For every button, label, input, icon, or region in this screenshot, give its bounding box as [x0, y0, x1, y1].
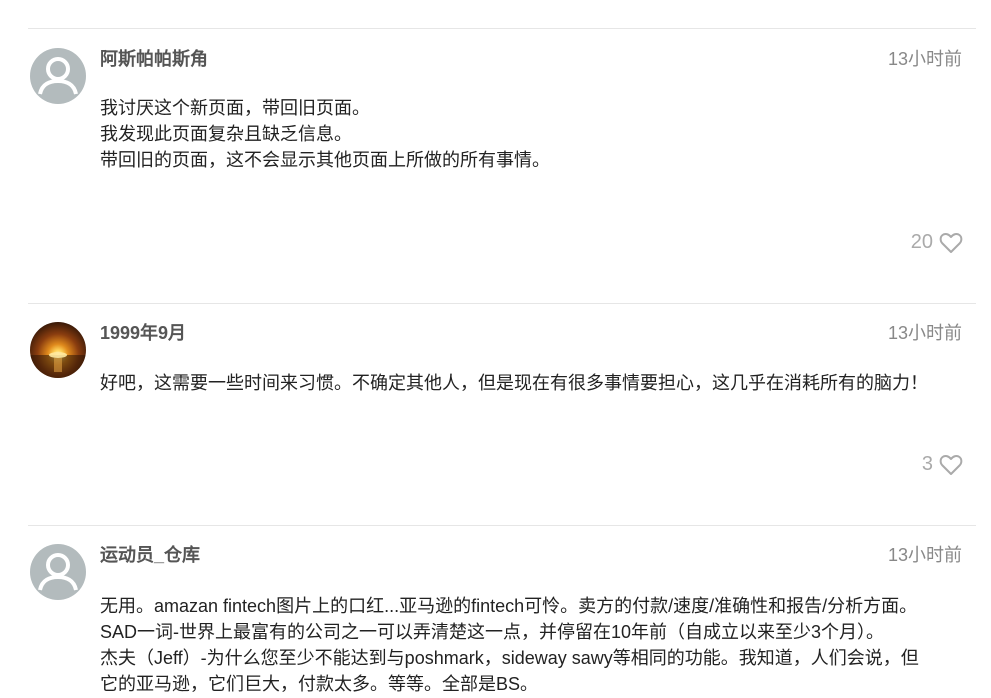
sunset-photo: [30, 352, 86, 378]
comment-timestamp: 13小时前: [887, 545, 962, 565]
divider: [28, 28, 976, 29]
like-count: 20: [910, 231, 933, 253]
avatar[interactable]: [30, 322, 86, 378]
like-count: 3: [921, 453, 933, 475]
comment-author[interactable]: 运动员_仓库: [100, 544, 200, 566]
divider: [28, 525, 976, 526]
comment-timestamp: 13小时前: [887, 49, 962, 69]
comment-body: 好吧，这需要一些时间来习惯。不确定其他人，但是现在有很多事情要担心，这几乎在消耗…: [100, 370, 970, 396]
comment-line: 杰夫（Jeff）-为什么您至少不能达到与poshmark，sideway saw…: [100, 648, 919, 668]
comment-author[interactable]: 1999年9月: [100, 322, 186, 344]
divider: [28, 303, 976, 304]
comment-author[interactable]: 阿斯帕帕斯角: [100, 48, 208, 70]
comment-line: 它的亚马逊，它们巨大，付款太多。等等。全部是BS。: [100, 674, 539, 694]
comment-body: 我讨厌这个新页面，带回旧页面。 我发现此页面复杂且缺乏信息。 带回旧的页面，这不…: [100, 95, 970, 173]
comment-line: 带回旧的页面，这不会显示其他页面上所做的所有事情。: [100, 150, 550, 170]
comment-line: 无用。amazan fintech图片上的口红...亚马逊的fintech可怜。…: [100, 596, 918, 616]
like-button[interactable]: 3: [922, 453, 963, 476]
like-button[interactable]: 20: [911, 231, 963, 254]
comment-line: 好吧，这需要一些时间来习惯。不确定其他人，但是现在有很多事情要担心，这几乎在消耗…: [100, 373, 928, 393]
avatar[interactable]: [30, 48, 86, 104]
comment-line: 我讨厌这个新页面，带回旧页面。: [100, 98, 370, 118]
comment-line: 我发现此页面复杂且缺乏信息。: [100, 124, 352, 144]
default-user-icon: [38, 553, 78, 591]
heart-icon: [939, 232, 963, 253]
default-user-icon: [38, 57, 78, 95]
comment-timestamp: 13小时前: [887, 323, 962, 343]
avatar[interactable]: [30, 544, 86, 600]
comment-line: SAD一词-世界上最富有的公司之一可以弄清楚这一点，并停留在10年前（自成立以来…: [100, 622, 885, 642]
heart-icon: [939, 454, 963, 475]
comment-feed: 阿斯帕帕斯角 13小时前 我讨厌这个新页面，带回旧页面。 我发现此页面复杂且缺乏…: [0, 0, 991, 698]
comment-body: 无用。amazan fintech图片上的口红...亚马逊的fintech可怜。…: [100, 593, 970, 697]
